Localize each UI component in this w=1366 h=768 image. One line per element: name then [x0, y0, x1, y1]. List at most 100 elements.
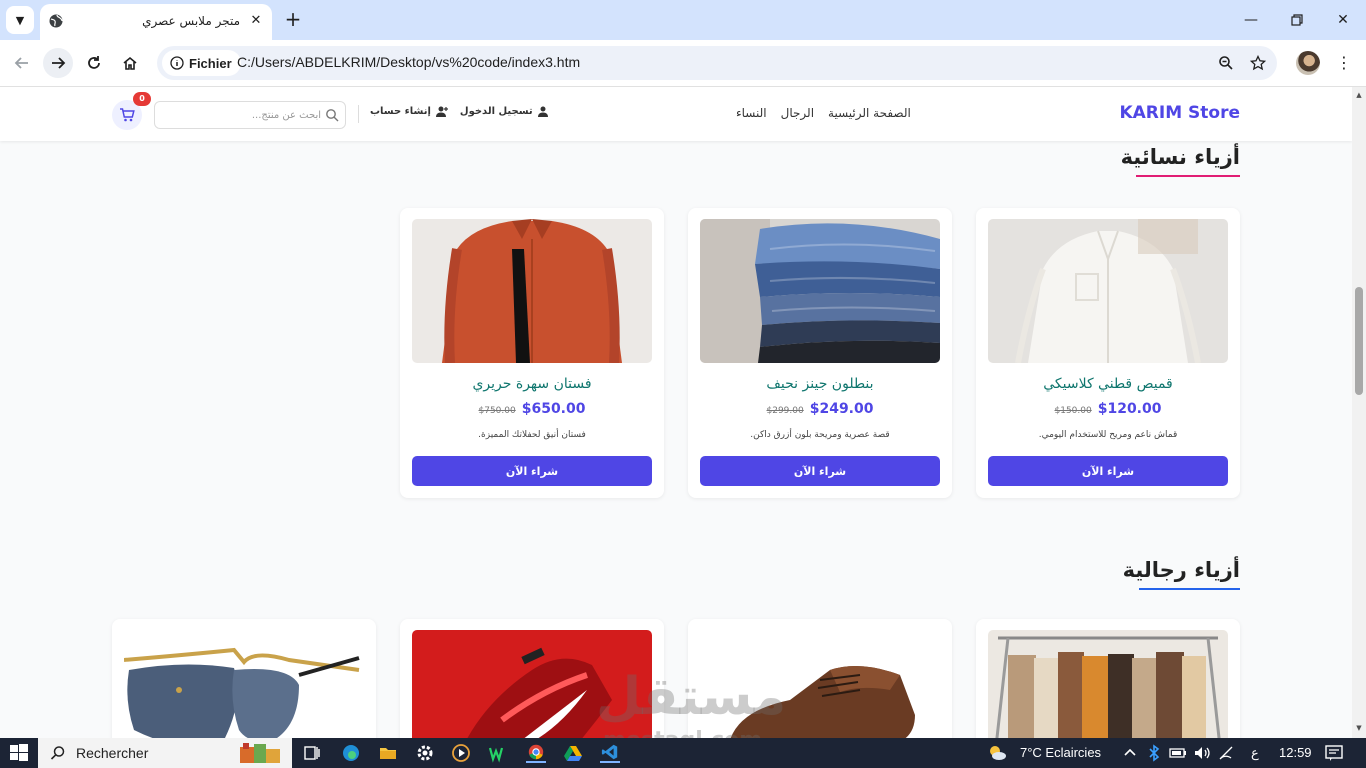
login-link[interactable]: تسجيل الدخول [460, 106, 548, 117]
women-section-title: أزياء نسائية [1120, 145, 1240, 169]
forward-icon[interactable] [43, 48, 73, 78]
back-icon[interactable] [7, 48, 37, 78]
input-language[interactable]: ع [1251, 745, 1259, 761]
user-icon [537, 106, 548, 117]
media-player-icon[interactable] [451, 743, 471, 763]
product-card [976, 619, 1240, 738]
file-explorer-icon[interactable] [378, 743, 398, 763]
chevron-up-icon[interactable] [1120, 743, 1140, 763]
bluetooth-icon[interactable] [1144, 743, 1164, 763]
buy-now-button[interactable]: شراء الآن [988, 456, 1228, 486]
product-image-jeans-stack[interactable] [700, 219, 940, 363]
close-window-icon[interactable]: ✕ [1320, 0, 1366, 40]
product-image-white-shirt[interactable] [988, 219, 1228, 363]
men-section-title: أزياء رجالية [1122, 558, 1240, 582]
old-price: $150.00 [1054, 406, 1092, 416]
site-header: KARIM Store الصفحة الرئيسية الرجال النسا… [0, 87, 1352, 141]
tab-search-menu-icon[interactable]: ▼ [6, 6, 34, 34]
product-card [112, 619, 376, 738]
current-price: $249.00 [809, 401, 874, 417]
old-price: $299.00 [766, 406, 804, 416]
address-bar[interactable]: Fichier C:/Users/ABDELKRIM/Desktop/vs%20… [157, 46, 1277, 80]
settings-gear-icon[interactable] [415, 743, 435, 763]
buy-now-button[interactable]: شراء الآن [700, 456, 940, 486]
nav-home[interactable]: الصفحة الرئيسية [828, 106, 911, 120]
kebab-menu-icon[interactable]: ⋮ [1334, 51, 1354, 75]
product-description: فستان أنيق لحفلاتك المميزة. [478, 430, 586, 440]
product-card: فستان سهرة حريري $750.00 $650.00 فستان أ… [400, 208, 664, 498]
auth-links: إنشاء حساب تسجيل الدخول [370, 106, 548, 117]
signup-link[interactable]: إنشاء حساب [370, 106, 448, 117]
user-plus-icon [435, 106, 448, 117]
product-prices: $299.00 $249.00 [688, 401, 952, 417]
product-description: قماش ناعم ومريح للاستخدام اليومي. [1038, 430, 1178, 440]
windows-start-icon[interactable] [9, 743, 29, 763]
star-icon[interactable] [1248, 53, 1268, 73]
product-name[interactable]: قميص قطني كلاسيكي [976, 376, 1240, 392]
notification-icon[interactable] [1324, 743, 1344, 763]
cart-count-badge: 0 [133, 92, 151, 106]
task-view-icon[interactable] [302, 743, 322, 763]
url-text[interactable]: C:/Users/ABDELKRIM/Desktop/vs%20code/ind… [237, 54, 580, 70]
vscode-icon[interactable] [600, 743, 620, 763]
scroll-up-icon[interactable]: ▲ [1355, 91, 1363, 99]
product-name[interactable]: فستان سهرة حريري [400, 376, 664, 392]
site-info-chip[interactable]: Fichier [162, 50, 241, 76]
edge-icon[interactable] [341, 743, 361, 763]
login-label: تسجيل الدخول [459, 106, 533, 117]
product-name[interactable]: بنطلون جينز نحيف [688, 376, 952, 392]
taskbar-search-placeholder: Rechercher [76, 745, 149, 761]
product-search [154, 101, 346, 129]
taskbar-clock[interactable]: 12:59 [1279, 745, 1312, 760]
header-divider [358, 105, 359, 123]
page-viewport: KARIM Store الصفحة الرئيسية الرجال النسا… [0, 87, 1352, 738]
battery-icon[interactable] [1168, 743, 1188, 763]
watermark-latin: mostaql.com [603, 728, 762, 738]
whatsapp-web-icon[interactable] [488, 743, 508, 763]
google-drive-icon[interactable] [563, 743, 583, 763]
product-image-sunglasses[interactable] [124, 630, 364, 738]
women-title-underline [1136, 175, 1240, 177]
restore-icon[interactable] [1274, 0, 1320, 40]
search-input[interactable] [161, 105, 321, 125]
site-chip-label: Fichier [189, 55, 232, 71]
globe-icon [49, 14, 63, 28]
men-title-underline [1139, 588, 1240, 590]
volume-icon[interactable] [1192, 743, 1212, 763]
signup-label: إنشاء حساب [370, 106, 431, 117]
home-icon[interactable] [115, 48, 145, 78]
browser-tab[interactable]: متجر ملابس عصري ✕ [40, 4, 272, 40]
profile-avatar[interactable] [1296, 51, 1320, 75]
brand-logo[interactable]: KARIM Store [1119, 103, 1240, 123]
info-icon [170, 56, 184, 70]
weather-icon[interactable] [987, 743, 1007, 763]
current-price: $650.00 [521, 401, 586, 417]
wifi-icon[interactable] [1216, 743, 1236, 763]
search-icon [50, 746, 65, 760]
chrome-icon[interactable] [526, 743, 546, 763]
reload-icon[interactable] [79, 48, 109, 78]
nav-men[interactable]: الرجال [781, 106, 814, 120]
close-icon[interactable]: ✕ [246, 11, 266, 31]
page-scrollbar[interactable]: ▲ ▼ [1352, 87, 1366, 738]
cart-icon [120, 108, 135, 122]
product-card: بنطلون جينز نحيف $299.00 $249.00 قصة عصر… [688, 208, 952, 498]
product-image-clothing-rack[interactable] [988, 630, 1228, 738]
browser-toolbar: Fichier C:/Users/ABDELKRIM/Desktop/vs%20… [0, 40, 1366, 87]
weather-text[interactable]: 7°C Eclaircies [1020, 745, 1101, 760]
plus-icon[interactable]: + [282, 8, 304, 30]
minimize-icon[interactable]: — [1228, 0, 1274, 40]
product-image-orange-shirt[interactable] [412, 219, 652, 363]
buy-now-button[interactable]: شراء الآن [412, 456, 652, 486]
product-prices: $750.00 $650.00 [400, 401, 664, 417]
product-card: قميص قطني كلاسيكي $150.00 $120.00 قماش ن… [976, 208, 1240, 498]
zoom-icon[interactable] [1216, 53, 1236, 73]
scroll-down-icon[interactable]: ▼ [1355, 724, 1363, 732]
search-icon[interactable] [325, 108, 339, 122]
product-description: قصة عصرية ومريحة بلون أزرق داكن. [750, 430, 890, 440]
nav-women[interactable]: النساء [736, 106, 767, 120]
taskbar-search[interactable]: Rechercher [38, 738, 292, 768]
scroll-thumb[interactable] [1355, 287, 1363, 395]
tab-title: متجر ملابس عصري [142, 14, 240, 28]
watermark-arabic: مستقل [596, 667, 787, 727]
